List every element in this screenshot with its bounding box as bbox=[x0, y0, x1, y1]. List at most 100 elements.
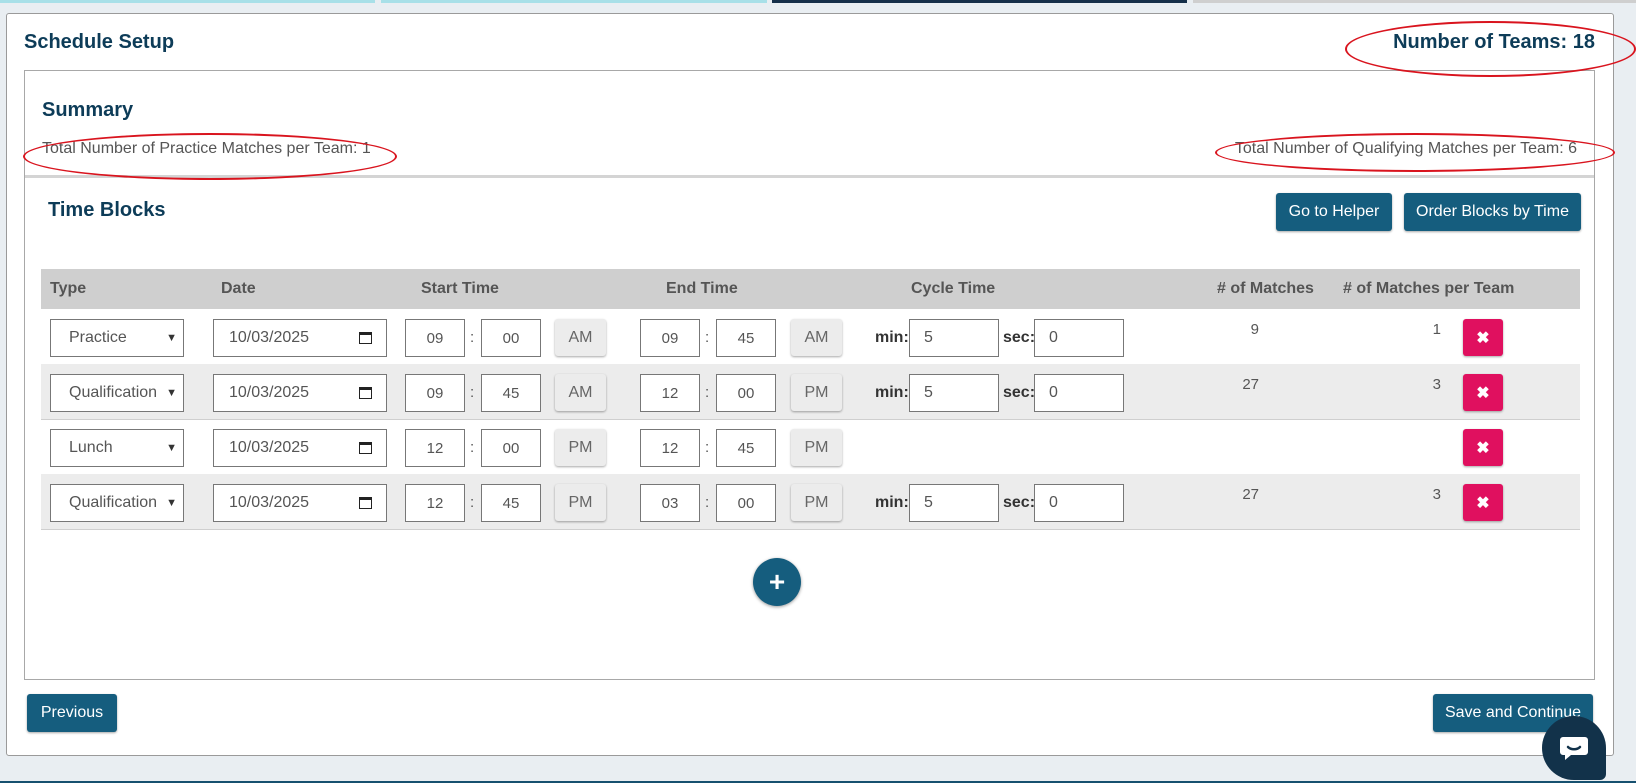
calendar-icon bbox=[359, 332, 372, 344]
time-separator: : bbox=[705, 439, 710, 456]
chevron-down-icon: ▼ bbox=[166, 387, 177, 399]
end-minute-input[interactable]: 00 bbox=[716, 484, 776, 522]
col-date: Date bbox=[221, 280, 256, 297]
cycle-sec-input[interactable]: 0 bbox=[1034, 484, 1124, 522]
time-separator: : bbox=[470, 494, 475, 511]
chevron-down-icon: ▼ bbox=[166, 442, 177, 454]
date-input[interactable]: 10/03/2025 bbox=[213, 319, 387, 357]
time-separator: : bbox=[470, 384, 475, 401]
end-ampm-toggle[interactable]: AM bbox=[791, 319, 842, 356]
type-select[interactable]: Lunch ▼ bbox=[50, 429, 184, 467]
cycle-min-input[interactable]: 5 bbox=[909, 374, 999, 412]
col-matches: # of Matches bbox=[1217, 280, 1314, 297]
chat-icon bbox=[1560, 737, 1588, 760]
min-label: min: bbox=[875, 384, 909, 401]
matches-per-team: 1 bbox=[1432, 321, 1441, 338]
end-ampm-toggle[interactable]: PM bbox=[791, 484, 842, 521]
order-blocks-button[interactable]: Order Blocks by Time bbox=[1404, 193, 1581, 231]
delete-block-button[interactable]: ✖ bbox=[1463, 319, 1503, 356]
end-hour-input[interactable]: 03 bbox=[640, 484, 700, 522]
date-input[interactable]: 10/03/2025 bbox=[213, 429, 387, 467]
matches-per-team: 3 bbox=[1432, 376, 1441, 393]
col-end-time: End Time bbox=[666, 280, 738, 297]
start-ampm-toggle[interactable]: PM bbox=[555, 484, 606, 521]
table-header: Type Date Start Time End Time Cycle Time… bbox=[41, 269, 1580, 309]
qualifying-matches-summary: Total Number of Qualifying Matches per T… bbox=[1234, 140, 1577, 157]
cycle-sec-input[interactable]: 0 bbox=[1034, 319, 1124, 357]
time-blocks-title: Time Blocks bbox=[48, 199, 166, 221]
delete-block-button[interactable]: ✖ bbox=[1463, 484, 1503, 521]
matches-per-team: 3 bbox=[1432, 486, 1441, 503]
time-block-row: Qualification ▼ 10/03/2025 09 : 45 AM 12 … bbox=[41, 364, 1580, 420]
type-select[interactable]: Practice ▼ bbox=[50, 319, 184, 357]
match-count: 9 bbox=[1250, 321, 1259, 338]
start-minute-input[interactable]: 45 bbox=[481, 484, 541, 522]
min-label: min: bbox=[875, 494, 909, 511]
start-minute-input[interactable]: 00 bbox=[481, 319, 541, 357]
start-ampm-toggle[interactable]: AM bbox=[555, 319, 606, 356]
chat-widget-button[interactable] bbox=[1542, 716, 1606, 780]
end-minute-input[interactable]: 45 bbox=[716, 429, 776, 467]
min-label: min: bbox=[875, 329, 909, 346]
cycle-min-input[interactable]: 5 bbox=[909, 319, 999, 357]
previous-button[interactable]: Previous bbox=[27, 694, 117, 732]
calendar-icon bbox=[359, 497, 372, 509]
sec-label: sec: bbox=[1003, 329, 1036, 346]
add-time-block-button[interactable]: + bbox=[753, 558, 801, 606]
cycle-sec-input[interactable]: 0 bbox=[1034, 374, 1124, 412]
start-hour-input[interactable]: 12 bbox=[405, 484, 465, 522]
schedule-panel: Summary Total Number of Practice Matches… bbox=[24, 70, 1595, 680]
practice-matches-summary: Total Number of Practice Matches per Tea… bbox=[42, 140, 371, 157]
delete-block-button[interactable]: ✖ bbox=[1463, 429, 1503, 466]
date-input[interactable]: 10/03/2025 bbox=[213, 374, 387, 412]
col-start-time: Start Time bbox=[421, 280, 499, 297]
time-separator: : bbox=[705, 329, 710, 346]
sec-label: sec: bbox=[1003, 384, 1036, 401]
start-ampm-toggle[interactable]: AM bbox=[555, 374, 606, 411]
delete-block-button[interactable]: ✖ bbox=[1463, 374, 1503, 411]
chevron-down-icon: ▼ bbox=[166, 332, 177, 344]
type-select[interactable]: Qualification ▼ bbox=[50, 374, 184, 412]
date-input[interactable]: 10/03/2025 bbox=[213, 484, 387, 522]
start-ampm-toggle[interactable]: PM bbox=[555, 429, 606, 466]
cycle-min-input[interactable]: 5 bbox=[909, 484, 999, 522]
chevron-down-icon: ▼ bbox=[166, 497, 177, 509]
end-hour-input[interactable]: 12 bbox=[640, 374, 700, 412]
close-icon: ✖ bbox=[1476, 384, 1490, 402]
time-separator: : bbox=[705, 384, 710, 401]
number-of-teams: Number of Teams: 18 bbox=[1393, 31, 1595, 53]
start-minute-input[interactable]: 45 bbox=[481, 374, 541, 412]
end-ampm-toggle[interactable]: PM bbox=[791, 374, 842, 411]
col-type: Type bbox=[50, 280, 87, 297]
end-ampm-toggle[interactable]: PM bbox=[791, 429, 842, 466]
start-hour-input[interactable]: 09 bbox=[405, 319, 465, 357]
time-block-row: Practice ▼ 10/03/2025 09 : 00 AM 09 : 45 … bbox=[41, 309, 1580, 365]
sec-label: sec: bbox=[1003, 494, 1036, 511]
time-block-row: Lunch ▼ 10/03/2025 12 : 00 PM 12 : 45 PM … bbox=[41, 419, 1580, 475]
end-minute-input[interactable]: 45 bbox=[716, 319, 776, 357]
time-separator: : bbox=[705, 494, 710, 511]
col-matches-per-team: # of Matches per Team bbox=[1343, 280, 1515, 297]
page-title: Schedule Setup bbox=[24, 31, 175, 53]
progress-tab-2[interactable] bbox=[381, 0, 767, 3]
end-minute-input[interactable]: 00 bbox=[716, 374, 776, 412]
progress-tab-3[interactable] bbox=[772, 0, 1187, 3]
progress-tabs bbox=[0, 0, 1636, 3]
plus-icon: + bbox=[768, 566, 786, 597]
start-hour-input[interactable]: 09 bbox=[405, 374, 465, 412]
type-select[interactable]: Qualification ▼ bbox=[50, 484, 184, 522]
start-minute-input[interactable]: 00 bbox=[481, 429, 541, 467]
go-to-helper-button[interactable]: Go to Helper bbox=[1276, 193, 1392, 231]
schedule-setup-card: Schedule Setup Number of Teams: 18 Summa… bbox=[6, 13, 1614, 756]
close-icon: ✖ bbox=[1476, 329, 1490, 347]
match-count: 27 bbox=[1242, 376, 1259, 393]
start-hour-input[interactable]: 12 bbox=[405, 429, 465, 467]
progress-tab-1[interactable] bbox=[0, 0, 375, 3]
end-hour-input[interactable]: 09 bbox=[640, 319, 700, 357]
calendar-icon bbox=[359, 442, 372, 454]
end-hour-input[interactable]: 12 bbox=[640, 429, 700, 467]
progress-tab-4[interactable] bbox=[1193, 0, 1636, 3]
close-icon: ✖ bbox=[1476, 494, 1490, 512]
time-separator: : bbox=[470, 329, 475, 346]
calendar-icon bbox=[359, 387, 372, 399]
